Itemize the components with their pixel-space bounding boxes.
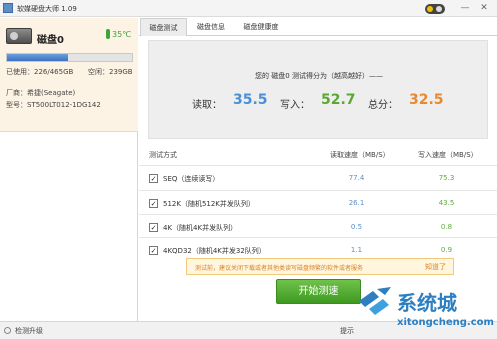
- watermark: 系统城 xitongcheng.com: [355, 279, 497, 339]
- row-test-name: 4K（随机4K并发队列）: [163, 224, 238, 232]
- disk-name: 磁盘0: [37, 35, 64, 46]
- disk-card[interactable]: 磁盘0 35℃ 已使用：226/465GB 空闲：239GB 厂商：希捷(Sea…: [0, 18, 138, 132]
- start-test-button[interactable]: 开始测速: [276, 279, 361, 304]
- row-write-speed: 75.3: [438, 174, 455, 182]
- watermark-logo-icon: [359, 287, 391, 315]
- disk-usage-bar: [6, 53, 133, 62]
- skin-toggle-icon[interactable]: [425, 4, 445, 14]
- total-score-value: 32.5: [409, 92, 444, 108]
- row-test-name: 4KQD32（随机4K并发32队列）: [163, 247, 266, 255]
- status-hint: 提示: [340, 327, 354, 335]
- close-icon[interactable]: ✕: [478, 2, 490, 14]
- col-header-write: 写入速度（MB/S）: [418, 151, 478, 159]
- row-write-speed: 0.8: [440, 223, 453, 231]
- disk-list-panel: 磁盘0 35℃ 已使用：226/465GB 空闲：239GB 厂商：希捷(Sea…: [0, 18, 138, 321]
- watermark-sub-text: xitongcheng.com: [397, 317, 494, 328]
- row-write-speed: 43.5: [438, 199, 455, 207]
- write-score-value: 52.7: [321, 92, 356, 108]
- tip-banner: 测试前，建议关闭下载或者其他类读写磁盘频繁的软件或者服务 知道了: [186, 258, 454, 275]
- disk-temperature: 35℃: [112, 30, 132, 39]
- disk-model: 型号：ST500LT012-1DG142: [6, 101, 101, 109]
- tab-disk-info[interactable]: 磁盘信息: [189, 18, 233, 36]
- title-bar: 软媒硬盘大师 1.09 — ✕: [0, 0, 497, 17]
- disk-vendor: 厂商：希捷(Seagate): [6, 89, 76, 97]
- disk-usage-fill: [7, 54, 68, 61]
- row-checkbox[interactable]: ✓: [149, 246, 158, 255]
- row-test-name: SEQ（连续读写）: [163, 175, 220, 183]
- table-row: ✓ 4K（随机4K并发队列） 0.5 0.8: [139, 214, 497, 239]
- score-panel: 您的 磁盘0 测试得分为（越高越好）—— 读取： 35.5 写入： 52.7 总…: [148, 40, 488, 139]
- app-icon: [3, 3, 13, 13]
- write-score-label: 写入：: [280, 100, 310, 111]
- table-row: ✓ SEQ（连续读写） 77.4 75.3: [139, 165, 497, 190]
- check-update-link[interactable]: 检测升级: [15, 326, 43, 336]
- minimize-icon[interactable]: —: [459, 2, 471, 14]
- row-read-speed: 0.5: [350, 223, 363, 231]
- disk-free: 空闲：239GB: [88, 68, 133, 76]
- row-checkbox[interactable]: ✓: [149, 223, 158, 232]
- table-row: ✓ 512K（随机512K并发队列） 26.1 43.5: [139, 190, 497, 215]
- row-read-speed: 1.1: [350, 246, 363, 254]
- row-checkbox[interactable]: ✓: [149, 174, 158, 183]
- row-checkbox[interactable]: ✓: [149, 199, 158, 208]
- tab-disk-test[interactable]: 磁盘测试: [140, 18, 187, 36]
- thermometer-icon: [106, 29, 110, 39]
- row-read-speed: 26.1: [348, 199, 365, 207]
- tab-bar: 磁盘测试 磁盘信息 磁盘健康度: [139, 18, 497, 36]
- update-check-icon: [4, 327, 11, 334]
- watermark-main-text: 系统城: [397, 291, 457, 315]
- tab-disk-health[interactable]: 磁盘健康度: [236, 18, 286, 36]
- read-score-label: 读取：: [192, 100, 222, 111]
- col-header-read: 读取速度（MB/S）: [330, 151, 390, 159]
- row-write-speed: 0.9: [440, 246, 453, 254]
- col-header-method: 测试方式: [149, 151, 177, 159]
- tip-text: 测试前，建议关闭下载或者其他类读写磁盘频繁的软件或者服务: [195, 265, 364, 272]
- row-test-name: 512K（随机512K并发队列）: [163, 200, 255, 208]
- score-title: 您的 磁盘0 测试得分为（越高越好）——: [255, 72, 383, 80]
- row-read-speed: 77.4: [348, 174, 365, 182]
- tip-dismiss-link[interactable]: 知道了: [425, 262, 446, 272]
- disk-used: 已使用：226/465GB: [6, 68, 74, 76]
- window-title: 软媒硬盘大师 1.09: [17, 5, 77, 13]
- hard-disk-icon: [6, 28, 32, 44]
- total-score-label: 总分：: [368, 100, 398, 111]
- read-score-value: 35.5: [233, 92, 268, 108]
